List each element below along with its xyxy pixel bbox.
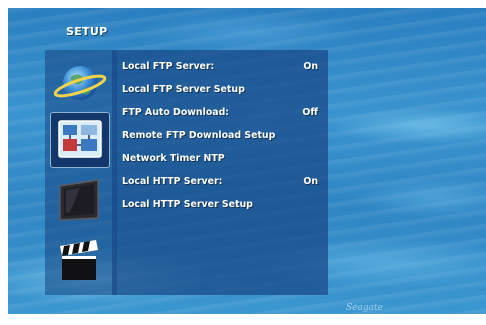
brand-watermark: Seagate [346,303,383,313]
setup-menu-panel: Local FTP Server: On Local FTP Server Se… [112,50,328,295]
menu-item-value: On [303,61,318,72]
menu-item-label: Local HTTP Server: [122,176,223,187]
menu-item-local-http-server-setup[interactable]: Local HTTP Server Setup [122,196,318,213]
page-title: SETUP [66,25,108,38]
sidebar-item-network[interactable] [50,56,108,110]
category-sidebar [45,50,117,295]
network-globe-icon [53,66,107,100]
setup-screen: SETUP Local FTP Server: On Local FTP Ser… [8,8,486,314]
menu-item-label: FTP Auto Download: [122,107,230,118]
menu-item-value: Off [302,107,318,118]
menu-item-label: Remote FTP Download Setup [122,130,276,141]
menu-item-local-ftp-server[interactable]: Local FTP Server: On [122,58,318,75]
menu-item-network-timer-ntp[interactable]: Network Timer NTP [122,150,318,167]
menu-item-label: Local FTP Server: [122,61,215,72]
menu-item-label: Local FTP Server Setup [122,84,245,95]
menu-item-local-ftp-server-setup[interactable]: Local FTP Server Setup [122,81,318,98]
sidebar-item-media[interactable] [50,234,108,288]
menu-item-label: Network Timer NTP [122,153,225,164]
clapperboard-icon [60,240,98,280]
menu-item-ftp-auto-download[interactable]: FTP Auto Download: Off [122,104,318,121]
menu-item-local-http-server[interactable]: Local HTTP Server: On [122,173,318,190]
sidebar-item-display[interactable] [50,174,108,228]
network-settings-icon [58,120,102,158]
menu-item-label: Local HTTP Server Setup [122,199,253,210]
sidebar-item-network-settings[interactable] [50,112,110,168]
tv-display-icon [59,179,99,221]
menu-item-remote-ftp-download-setup[interactable]: Remote FTP Download Setup [122,127,318,144]
menu-item-value: On [303,176,318,187]
